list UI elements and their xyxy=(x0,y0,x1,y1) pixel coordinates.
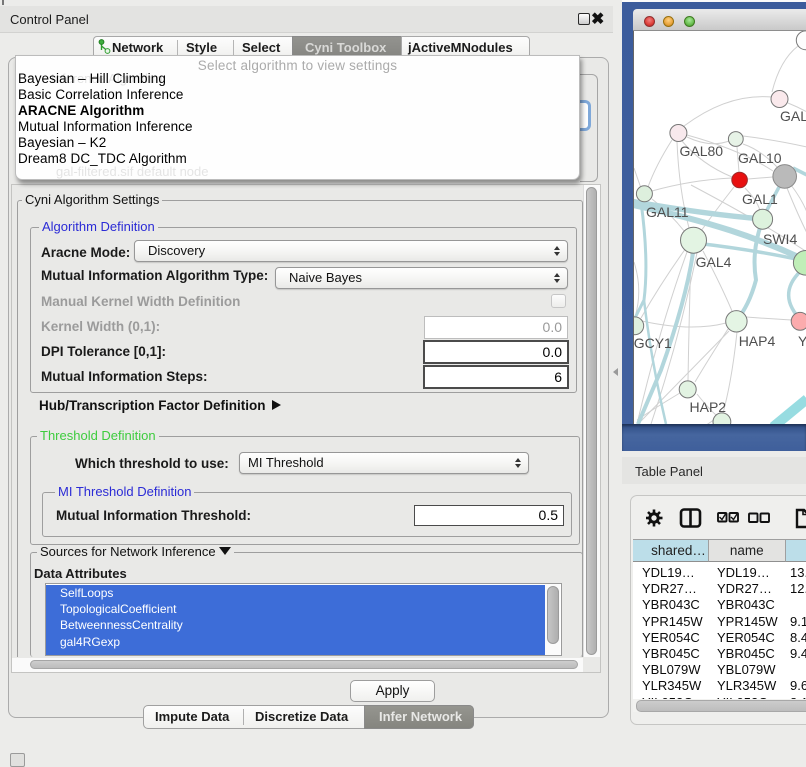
svg-text:SWI4: SWI4 xyxy=(763,231,797,247)
svg-text:GAL4: GAL4 xyxy=(696,254,732,270)
svg-text:GAL11: GAL11 xyxy=(646,204,689,220)
svg-text:Y: Y xyxy=(798,333,806,349)
svg-text:GCY1: GCY1 xyxy=(634,335,672,351)
svg-text:GAL80: GAL80 xyxy=(680,143,724,159)
svg-text:GAL10: GAL10 xyxy=(738,150,782,166)
svg-text:GAL7: GAL7 xyxy=(780,108,806,124)
svg-text:HAP2: HAP2 xyxy=(690,399,727,415)
svg-text:GAL1: GAL1 xyxy=(742,191,778,207)
svg-text:HAP4: HAP4 xyxy=(739,333,776,349)
